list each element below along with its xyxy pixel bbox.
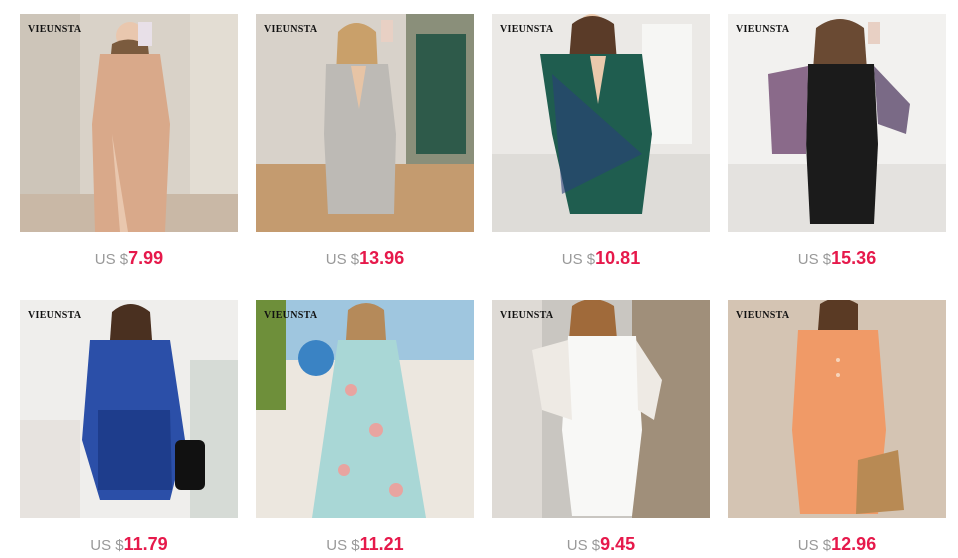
currency-label: US $ bbox=[94, 251, 129, 268]
product-image[interactable]: VIEUNSTA bbox=[20, 14, 238, 232]
product-grid: VIEUNSTA US $7.99 VIEUNSTA US $13.96 VIE… bbox=[0, 0, 958, 557]
brand-watermark: VIEUNSTA bbox=[736, 24, 790, 35]
price: US $9.45 bbox=[492, 532, 710, 556]
product-image[interactable]: VIEUNSTA bbox=[20, 300, 238, 518]
product-image[interactable]: VIEUNSTA bbox=[256, 300, 474, 518]
price-amount: 13.96 bbox=[359, 248, 405, 268]
product-image[interactable]: VIEUNSTA bbox=[492, 14, 710, 232]
price-amount: 11.79 bbox=[123, 534, 168, 554]
product-image[interactable]: VIEUNSTA bbox=[728, 300, 946, 518]
currency-label: US $ bbox=[561, 251, 596, 268]
price-amount: 11.21 bbox=[359, 534, 404, 554]
product-card[interactable]: VIEUNSTA US $11.79 bbox=[20, 300, 238, 556]
price-amount: 15.36 bbox=[831, 248, 877, 268]
brand-watermark: VIEUNSTA bbox=[28, 24, 82, 35]
brand-watermark: VIEUNSTA bbox=[500, 24, 554, 35]
product-image[interactable]: VIEUNSTA bbox=[492, 300, 710, 518]
brand-watermark: VIEUNSTA bbox=[264, 310, 318, 321]
product-card[interactable]: VIEUNSTA US $15.36 bbox=[728, 14, 946, 270]
product-card[interactable]: VIEUNSTA US $10.81 bbox=[492, 14, 710, 270]
currency-label: US $ bbox=[797, 251, 832, 268]
currency-label: US $ bbox=[90, 537, 124, 554]
product-card[interactable]: VIEUNSTA US $12.96 bbox=[728, 300, 946, 556]
currency-label: US $ bbox=[326, 537, 360, 554]
price: US $15.36 bbox=[728, 246, 946, 270]
brand-watermark: VIEUNSTA bbox=[264, 24, 318, 35]
price-amount: 12.96 bbox=[831, 534, 877, 554]
product-image[interactable]: VIEUNSTA bbox=[256, 14, 474, 232]
price-amount: 10.81 bbox=[595, 248, 641, 268]
currency-label: US $ bbox=[325, 251, 360, 268]
product-card[interactable]: VIEUNSTA US $11.21 bbox=[256, 300, 474, 556]
brand-watermark: VIEUNSTA bbox=[736, 310, 790, 321]
price: US $7.99 bbox=[20, 246, 238, 270]
price: US $10.81 bbox=[492, 246, 710, 270]
brand-watermark: VIEUNSTA bbox=[500, 310, 554, 321]
currency-label: US $ bbox=[797, 537, 832, 554]
product-card[interactable]: VIEUNSTA US $7.99 bbox=[20, 14, 238, 270]
price-amount: 9.45 bbox=[600, 534, 636, 554]
price: US $12.96 bbox=[728, 532, 946, 556]
price-amount: 7.99 bbox=[128, 248, 164, 268]
price: US $11.79 bbox=[20, 532, 238, 556]
product-image[interactable]: VIEUNSTA bbox=[728, 14, 946, 232]
product-card[interactable]: VIEUNSTA US $13.96 bbox=[256, 14, 474, 270]
product-card[interactable]: VIEUNSTA US $9.45 bbox=[492, 300, 710, 556]
price: US $13.96 bbox=[256, 246, 474, 270]
brand-watermark: VIEUNSTA bbox=[28, 310, 82, 321]
price: US $11.21 bbox=[256, 532, 474, 556]
currency-label: US $ bbox=[566, 537, 601, 554]
